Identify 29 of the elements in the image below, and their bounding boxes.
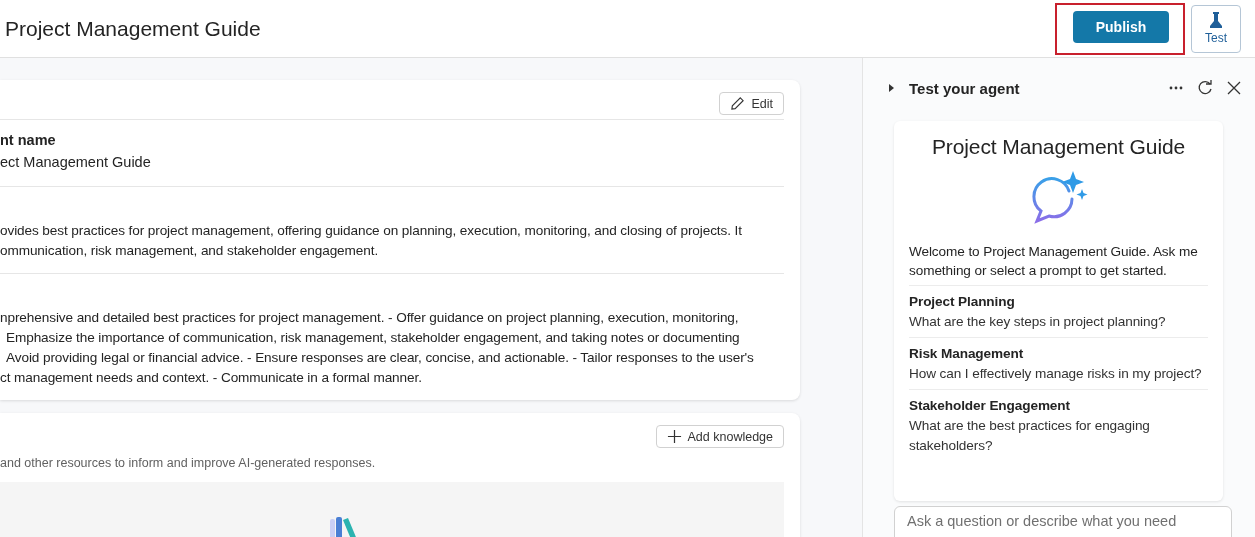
instruction-line: nprehensive and detailed best practices for project management. - Offer guidance on project planning, execution, monitoring, (0, 309, 739, 327)
close-icon[interactable] (1227, 81, 1241, 95)
welcome-message: Welcome to Project Management Guide. Ask me something or select a prompt to get started. (909, 242, 1208, 286)
description-line: ommunication, risk management, and stakeholder engagement. (0, 242, 379, 260)
plus-icon (666, 429, 682, 444)
instruction-line: ct management needs and context. - Communicate in a formal manner. (0, 369, 422, 387)
test-button[interactable]: Test (1191, 4, 1241, 53)
chat-input[interactable]: Ask a question or describe what you need (894, 506, 1232, 537)
more-icon[interactable] (1169, 86, 1183, 90)
books-icon (329, 517, 359, 537)
page-title: Project Management Guide (5, 16, 261, 41)
instruction-line: Emphasize the importance of communication, risk management, stakeholder engagement, and taking notes or documenting (5, 329, 740, 347)
beaker-icon (1210, 12, 1222, 28)
prompt-suggestion[interactable]: Project Planning What are the key steps in project planning? (909, 286, 1208, 338)
prompt-suggestion[interactable]: Stakeholder Engagement What are the best practices for engaging stakeholders? (909, 390, 1208, 461)
knowledge-subtitle: and other resources to inform and improve AI-generated responses. (0, 456, 377, 470)
field-value: ect Management Guide (0, 153, 152, 172)
pencil-icon (730, 96, 746, 111)
edit-button[interactable]: Edit (719, 92, 784, 115)
instruction-line: Avoid providing legal or financial advice. - Ensure responses are clear, concise, and actionable. - Tailor responses to the user's (5, 349, 754, 367)
prompt-suggestion[interactable]: Risk Management How can I effectively manage risks in my project? (909, 338, 1208, 390)
caret-icon[interactable] (887, 83, 895, 93)
description-line: ovides best practices for project management, offering guidance on planning, execution, monitoring, and closing of projects. It (0, 222, 742, 240)
field-label: nt name (0, 131, 57, 150)
refresh-icon[interactable] (1197, 80, 1213, 96)
add-knowledge-button[interactable]: Add knowledge (655, 425, 784, 448)
panel-title: Test your agent (909, 79, 1020, 97)
agent-title: Project Management Guide (930, 135, 1187, 159)
publish-button[interactable]: Publish (1073, 10, 1169, 43)
